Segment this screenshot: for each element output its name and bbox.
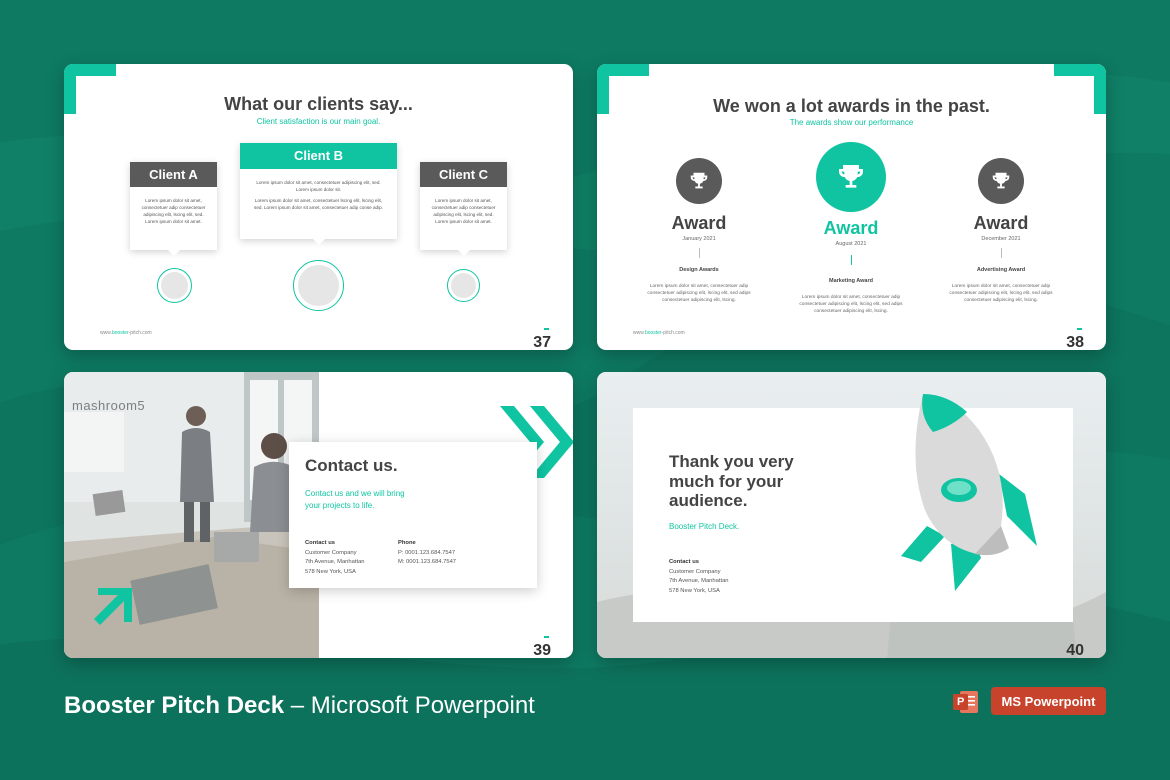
slide-38-awards[interactable]: We won a lot awards in the past. The awa… [597,64,1106,350]
card-pointer [167,250,180,256]
wall-sign: mashroom5 [72,398,146,413]
contact-phone: Phone P: 0001.123.684.7547 M: 0001.123.6… [398,540,457,565]
slide-number: 40 [1066,642,1084,658]
award-divider [1001,248,1002,258]
thanks-title: Thank you very much for your audience. [669,452,794,510]
contact-card: Contact us. Contact us and we will bring… [289,442,537,588]
award-category: Marketing Award [828,278,873,284]
trophy-icon [978,158,1024,204]
slide-39-contact[interactable]: mashroom5 Contact us. Contact us and we … [64,372,573,658]
award-description: Lorem ipsum dolor sit amet, consectetuer… [799,295,903,314]
client-name: Client B [240,143,397,169]
powerpoint-icon: P [952,688,980,716]
award-divider [699,248,700,258]
slide-number: 37 [533,334,551,350]
award-description: Lorem ipsum dolor sit amet, consectetuer… [949,284,1053,303]
award-description: Lorem ipsum dolor sit amet, consectetuer… [647,284,751,303]
ms-powerpoint-badge[interactable]: MS Powerpoint [991,687,1106,715]
trophy-icon [816,142,886,212]
client-quote: Lorem ipsum dolor sit amet, consectetuer… [254,198,383,210]
slide-number: 39 [533,642,551,658]
website-link: www.booster-pitch.com [100,330,152,336]
award-title: Award [973,213,1029,233]
client-quote: Lorem ipsum dolor sit amet, consectetuer… [256,180,381,192]
client-quote: Lorem ipsum dolor sit amet, consectetuer… [431,198,496,224]
number-accent [544,328,549,330]
slide-title: We won a lot awards in the past. [713,96,990,116]
client-card-b: Client B Lorem ipsum dolor sit amet, con… [240,143,397,245]
slide-subtitle: The awards show our performance [789,118,914,127]
award-title: Award [671,213,727,233]
slide-number: 38 [1066,334,1084,350]
diagonal-arrow-icon [94,588,132,625]
client-avatar-c [447,269,480,302]
award-date: August 2021 [835,241,867,247]
office-photo: mashroom5 [64,372,319,658]
client-name: Client C [420,162,507,187]
trophy-icon [676,158,722,204]
slide-40-thanks[interactable]: Thank you very much for your audience. B… [597,372,1106,658]
brand-name: Booster Pitch Deck. [669,522,740,531]
slide-title: What our clients say... [224,94,413,114]
client-quote: Lorem ipsum dolor sit amet, consectetuer… [141,198,206,224]
contact-title: Contact us. [305,456,398,475]
award-category: Design Awards [679,267,719,273]
rocket-icon [901,394,1037,591]
client-card-a: Client A Lorem ipsum dolor sit amet, con… [130,162,217,256]
thanks-contact: Contact us Customer Company 7th Avenue, … [669,559,729,594]
contact-address: Contact us Customer Company 7th Avenue, … [305,540,365,575]
website-link: www.booster-pitch.com [633,330,685,336]
slide-37-clients[interactable]: What our clients say... Client satisfact… [64,64,573,350]
award-date: December 2021 [981,236,1021,242]
card-pointer [312,239,325,245]
client-card-c: Client C Lorem ipsum dolor sit amet, con… [420,162,507,256]
card-pointer [457,250,470,256]
client-name: Client A [130,162,217,187]
award-divider [851,255,852,265]
client-avatar-a [157,268,192,303]
slide-subtitle: Client satisfaction is our main goal. [256,117,381,126]
award-category: Advertising Award [976,267,1026,273]
client-avatar-b [293,260,344,311]
number-accent [1077,328,1082,330]
award-date: January 2021 [682,236,716,242]
contact-tagline: Contact us and we will bring your projec… [305,489,405,510]
footer-title: Booster Pitch Deck – Microsoft Powerpoin… [64,692,535,719]
number-accent [544,636,549,638]
award-title: Award [823,218,879,238]
